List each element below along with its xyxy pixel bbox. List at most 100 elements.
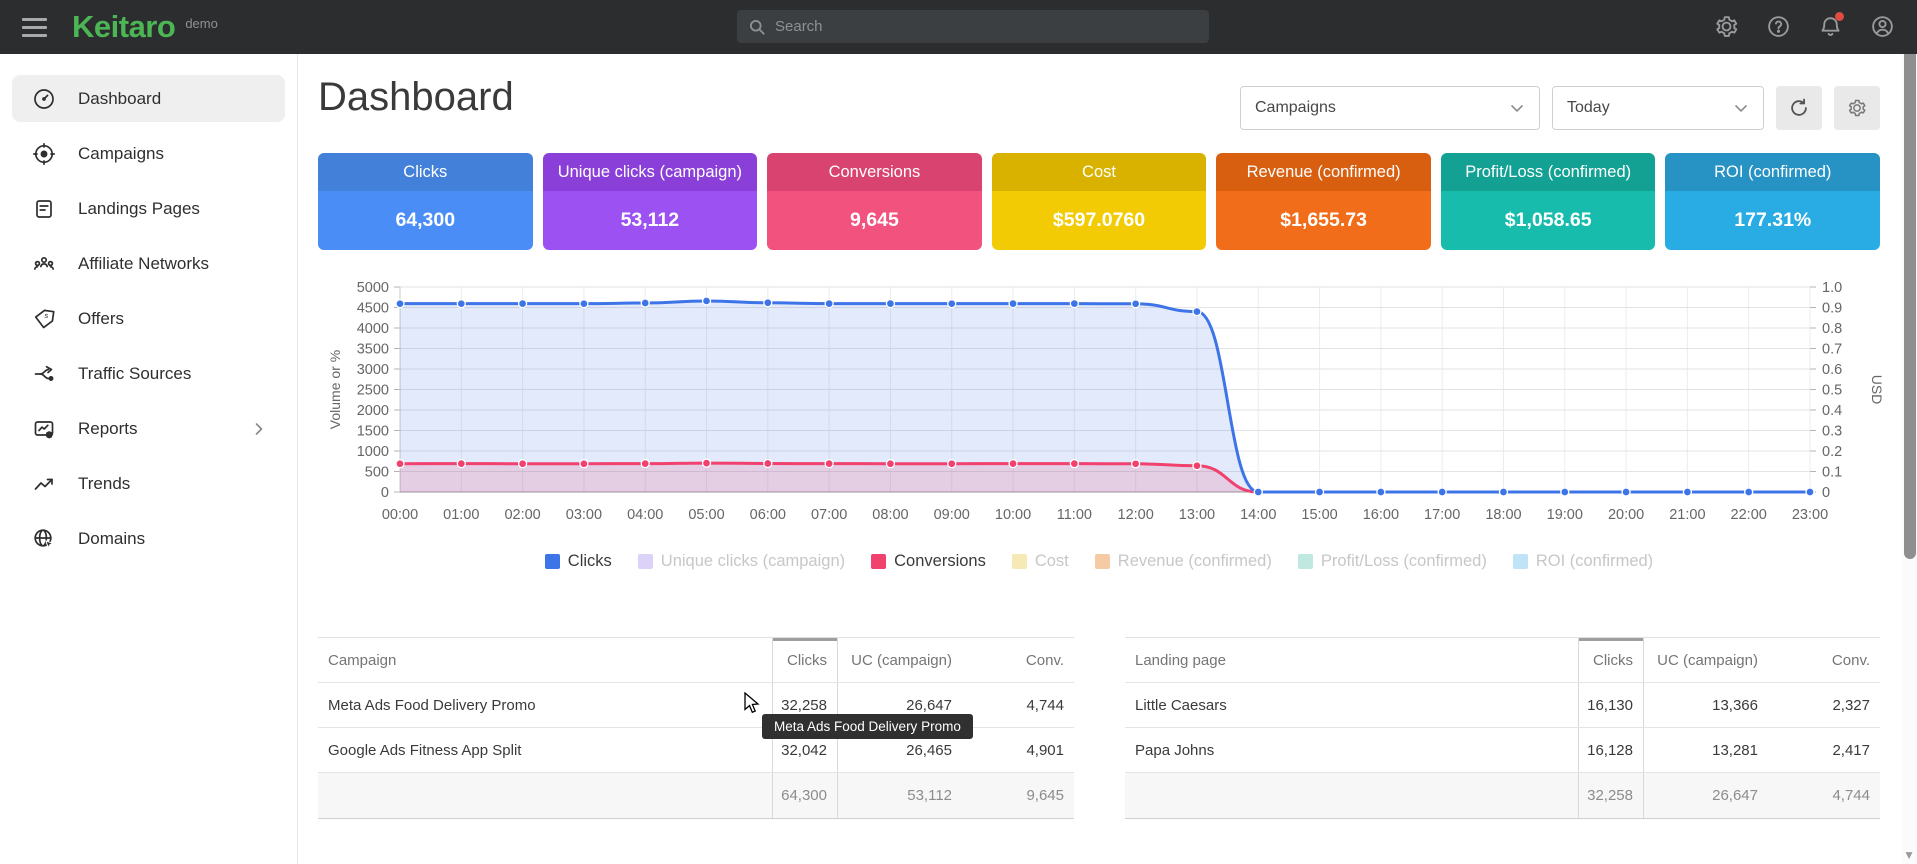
- stat-card-profit-loss-confirmed[interactable]: Profit/Loss (confirmed)$1,058.65: [1441, 153, 1656, 250]
- date-range-select-value: Today: [1567, 99, 1610, 117]
- value-cell[interactable]: Conv.: [962, 638, 1074, 682]
- legend-label: Revenue (confirmed): [1118, 552, 1272, 571]
- user-icon: [1870, 14, 1895, 39]
- scrollbar-thumb[interactable]: [1904, 54, 1916, 559]
- sidebar-item-landings-pages[interactable]: Landings Pages: [12, 185, 285, 232]
- sidebar-item-label: Domains: [78, 529, 145, 549]
- stat-card-unique-clicks-campaign[interactable]: Unique clicks (campaign)53,112: [543, 153, 758, 250]
- stat-card-cost[interactable]: Cost$597.0760: [992, 153, 1207, 250]
- refresh-button[interactable]: [1776, 86, 1822, 130]
- stat-card-roi-confirmed[interactable]: ROI (confirmed)177.31%: [1665, 153, 1880, 250]
- svg-text:4000: 4000: [357, 321, 389, 337]
- row-name-cell[interactable]: Landing page: [1125, 638, 1578, 682]
- stat-card-label: Unique clicks (campaign): [543, 153, 758, 191]
- date-range-select[interactable]: Today: [1552, 86, 1764, 130]
- legend-item-conversions[interactable]: Conversions: [871, 552, 986, 571]
- demo-badge: demo: [185, 16, 218, 31]
- legend-swatch: [545, 554, 560, 569]
- grouping-select-value: Campaigns: [1255, 99, 1336, 117]
- value-cell[interactable]: UC (campaign): [838, 638, 962, 682]
- svg-text:s: s: [44, 310, 49, 319]
- campaigns-icon: [32, 142, 56, 166]
- chevron-down-icon: [1731, 98, 1751, 118]
- account-button[interactable]: [1869, 14, 1895, 40]
- sidebar-item-dashboard[interactable]: Dashboard: [12, 75, 285, 122]
- stat-card-value: 64,300: [318, 191, 533, 250]
- sidebar-item-label: Dashboard: [78, 89, 161, 109]
- svg-text:2500: 2500: [357, 383, 389, 399]
- value-cell: 4,744: [1768, 773, 1880, 818]
- search-input[interactable]: [775, 10, 1209, 43]
- legend-swatch: [1298, 554, 1313, 569]
- legend-label: Conversions: [894, 552, 986, 571]
- sidebar-item-trends[interactable]: Trends: [12, 460, 285, 507]
- stat-card-revenue-confirmed[interactable]: Revenue (confirmed)$1,655.73: [1216, 153, 1431, 250]
- sidebar-item-domains[interactable]: Domains: [12, 515, 285, 562]
- row-name-cell: Google Ads Fitness App Split: [318, 728, 772, 772]
- svg-text:07:00: 07:00: [811, 507, 847, 523]
- svg-text:08:00: 08:00: [872, 507, 908, 523]
- stat-card-label: Cost: [992, 153, 1207, 191]
- sidebar-item-label: Trends: [78, 474, 130, 494]
- legend-swatch: [638, 554, 653, 569]
- table-row[interactable]: Papa Johns16,12813,2812,417: [1125, 728, 1880, 773]
- row-name-cell[interactable]: Campaign: [318, 638, 772, 682]
- gear-icon: [1714, 14, 1739, 39]
- dashboard-settings-button[interactable]: [1834, 86, 1880, 130]
- legend-item-profit-loss-confirmed[interactable]: Profit/Loss (confirmed): [1298, 552, 1487, 571]
- value-cell[interactable]: UC (campaign): [1644, 638, 1768, 682]
- stat-card-conversions[interactable]: Conversions9,645: [767, 153, 982, 250]
- stat-cards: Clicks64,300Unique clicks (campaign)53,1…: [318, 153, 1880, 250]
- stat-card-label: Conversions: [767, 153, 982, 191]
- scroll-down-arrow[interactable]: ▼: [1903, 848, 1915, 862]
- svg-text:0.8: 0.8: [1822, 321, 1842, 337]
- svg-text:0.3: 0.3: [1822, 424, 1842, 440]
- value-cell: 26,647: [1644, 773, 1768, 818]
- sidebar-item-affiliate-networks[interactable]: Affiliate Networks: [12, 240, 285, 287]
- sidebar-item-traffic-sources[interactable]: Traffic Sources: [12, 350, 285, 397]
- search-box[interactable]: [737, 10, 1209, 43]
- legend-swatch: [1095, 554, 1110, 569]
- row-name-cell: Papa Johns: [1125, 728, 1578, 772]
- svg-text:0.5: 0.5: [1822, 383, 1842, 399]
- sidebar-item-offers[interactable]: s Offers: [12, 295, 285, 342]
- trends-icon: [32, 472, 56, 496]
- sidebar-item-reports[interactable]: Reports: [12, 405, 285, 452]
- settings-button[interactable]: [1713, 14, 1739, 40]
- svg-text:1500: 1500: [357, 424, 389, 440]
- legend-item-roi-confirmed[interactable]: ROI (confirmed): [1513, 552, 1653, 571]
- notifications-button[interactable]: [1817, 14, 1843, 40]
- sidebar-item-label: Landings Pages: [78, 199, 200, 219]
- svg-text:23:00: 23:00: [1792, 507, 1828, 523]
- sidebar-item-label: Offers: [78, 309, 124, 329]
- sort-indicator: [1578, 638, 1644, 641]
- svg-text:15:00: 15:00: [1301, 507, 1337, 523]
- svg-text:Volume or %: Volume or %: [327, 350, 343, 429]
- hamburger-menu-button[interactable]: [14, 7, 54, 47]
- svg-text:3000: 3000: [357, 362, 389, 378]
- row-name-cell: [318, 773, 772, 818]
- landing-pages-table: Landing pageClicksUC (campaign)Conv.Litt…: [1125, 637, 1880, 819]
- svg-text:01:00: 01:00: [443, 507, 479, 523]
- svg-text:22:00: 22:00: [1731, 507, 1767, 523]
- stat-card-value: $1,058.65: [1441, 191, 1656, 250]
- svg-text:0: 0: [1822, 485, 1830, 501]
- refresh-icon: [1788, 97, 1810, 119]
- table-row[interactable]: Little Caesars16,13013,3662,327: [1125, 683, 1880, 728]
- chevron-right-icon: [249, 419, 269, 439]
- sidebar-item-campaigns[interactable]: Campaigns: [12, 130, 285, 177]
- value-cell[interactable]: Conv.: [1768, 638, 1880, 682]
- value-cell: 4,901: [962, 728, 1074, 772]
- legend-item-clicks[interactable]: Clicks: [545, 552, 612, 571]
- stat-card-clicks[interactable]: Clicks64,300: [318, 153, 533, 250]
- svg-text:4500: 4500: [357, 301, 389, 317]
- value-cell[interactable]: Clicks: [1578, 638, 1644, 682]
- legend-item-unique-clicks-campaign[interactable]: Unique clicks (campaign): [638, 552, 845, 571]
- help-button[interactable]: [1765, 14, 1791, 40]
- chevron-down-icon: [1507, 98, 1527, 118]
- value-cell: 2,417: [1768, 728, 1880, 772]
- legend-item-revenue-confirmed[interactable]: Revenue (confirmed): [1095, 552, 1272, 571]
- legend-item-cost[interactable]: Cost: [1012, 552, 1069, 571]
- grouping-select[interactable]: Campaigns: [1240, 86, 1540, 130]
- value-cell[interactable]: Clicks: [772, 638, 838, 682]
